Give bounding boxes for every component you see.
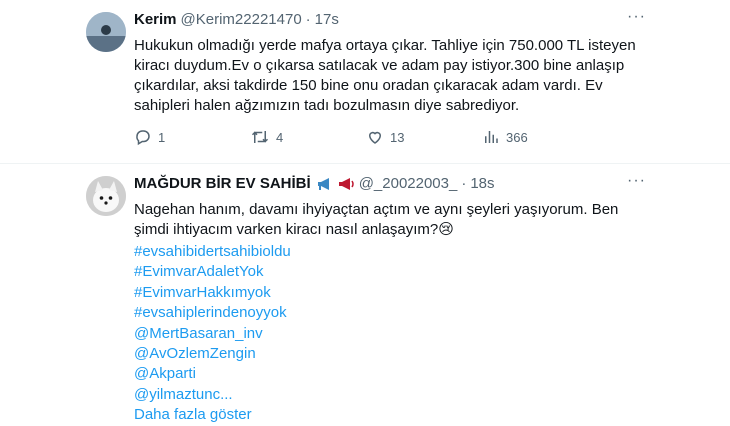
like-icon [366,128,384,146]
hashtag-link[interactable]: #evsahibidertsahibioldu [134,242,291,262]
views-icon [482,128,500,146]
display-name[interactable]: Kerim [134,11,177,28]
hashtag-link[interactable]: #EvimvarAdaletYok [134,262,291,282]
separator-dot: · [305,11,311,28]
loudspeaker-icon [337,177,355,191]
mention-link[interactable]: @AvOzlemZengin [134,344,291,364]
reply-icon [134,128,152,146]
avatar-photo [86,12,126,52]
tweet-text: Hukukun olmadığı yerde mafya ortaya çıka… [134,37,636,114]
action-bar: 1 4 13 366 [134,128,594,148]
mention-link[interactable]: @MertBasaran_inv [134,324,291,344]
avatar[interactable] [86,12,126,52]
user-handle[interactable]: @Kerim22221470 [181,11,302,28]
tweet-header: MAĞDUR BİR EV SAHİBİ @_20022003_ · 18s [134,175,495,192]
tweet-text: Nagehan hanım, davamı ihyiyaçtan açtım v… [134,201,619,238]
views-button[interactable]: 366 [482,128,528,146]
hashtag-list: #evsahibidertsahibioldu #EvimvarAdaletYo… [134,242,291,426]
like-count: 13 [390,129,405,145]
show-more-link[interactable]: Daha fazla göster [134,405,291,425]
timestamp[interactable]: 18s [470,175,494,192]
more-icon[interactable]: ··· [627,8,646,26]
tweet-2[interactable]: MAĞDUR BİR EV SAHİBİ @_20022003_ · 18s ·… [0,164,730,423]
retweet-icon [250,128,270,146]
avatar-dog-photo [86,176,126,216]
display-name[interactable]: MAĞDUR BİR EV SAHİBİ [134,175,311,192]
mention-link[interactable]: @Akparti [134,364,291,384]
like-button[interactable]: 13 [366,128,404,146]
hashtag-link[interactable]: #evsahiplerindenoyyok [134,303,291,323]
reply-count: 1 [158,129,166,145]
separator-dot: · [461,175,467,192]
views-count: 366 [506,129,528,145]
hashtag-link[interactable]: #EvimvarHakkımyok [134,283,291,303]
tweet-1[interactable]: Kerim @Kerim22221470 · 17s ··· Hukukun o… [0,0,730,164]
avatar[interactable] [86,176,126,216]
retweet-button[interactable]: 4 [250,128,283,146]
megaphone-icon [316,177,334,191]
tweet-header: Kerim @Kerim22221470 · 17s [134,11,339,28]
mention-link[interactable]: @yilmaztunc... [134,385,291,405]
timestamp[interactable]: 17s [315,11,339,28]
user-handle[interactable]: @_20022003_ [359,175,458,192]
more-icon[interactable]: ··· [627,172,646,190]
reply-button[interactable]: 1 [134,128,165,146]
retweet-count: 4 [276,129,284,145]
